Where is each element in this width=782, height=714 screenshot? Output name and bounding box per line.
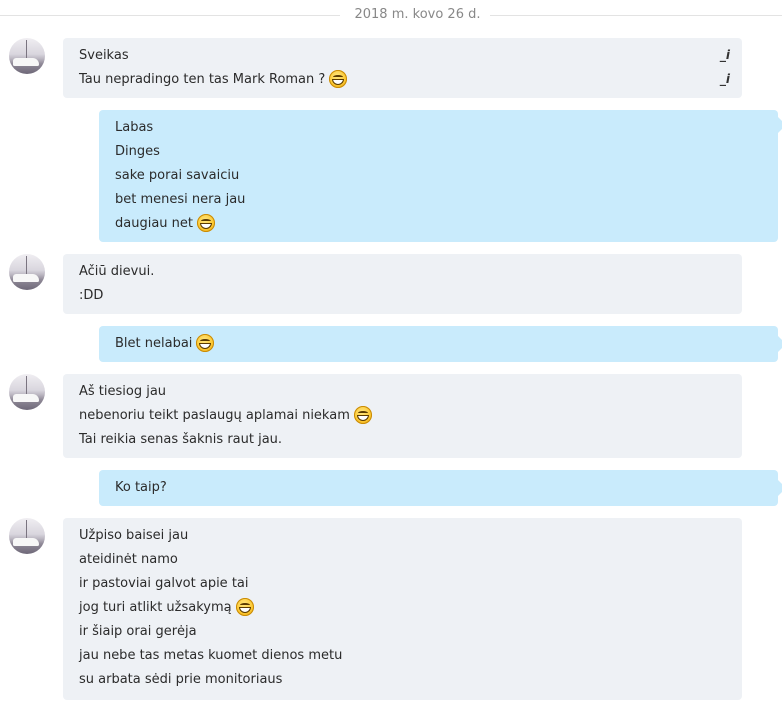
message-text: nebenoriu teikt paslaugų aplamai niekam [79,408,350,423]
date-separator: 2018 m. kovo 26 d. [0,0,782,30]
message-text: Sveikas [79,48,129,63]
message-bubble-incoming[interactable]: Aš tiesiog jau nebenoriu teikt paslaugų … [63,374,742,458]
message-line: Tau nepradingo ten tas Mark Roman ? [79,68,348,92]
message-text: :DD [79,288,104,303]
message-text: Tau nepradingo ten tas Mark Roman ? [79,72,326,87]
laugh-emoji-icon [353,405,372,424]
message-bubble-incoming[interactable]: Sveikas _i Tau nepradingo ten tas Mark R… [63,38,742,98]
message-line: jog turi atlikt užsakymą [79,596,254,620]
laugh-emoji-icon [197,213,215,232]
message-text: Tai reikia senas šaknis raut jau. [79,432,283,447]
laugh-emoji-icon [235,597,254,616]
message-text: ateidinėt namo [79,552,178,567]
message-text: Ačiū dievui. [79,264,155,279]
message-line: Labas [115,116,153,140]
laugh-emoji-icon [329,69,348,88]
message-text: jog turi atlikt užsakymą [79,600,232,615]
message-bubble-incoming[interactable]: Užpiso baisei jau ateidinėt namo ir past… [63,518,742,700]
contact-avatar[interactable] [9,518,45,554]
message-line: bet menesi nera jau [115,188,245,212]
message-text: Labas [115,120,154,135]
message-line: Ačiū dievui. [79,260,154,284]
message-text: sake porai savaiciu [115,168,240,183]
message-bubble-outgoing[interactable]: Ko taip? [99,470,782,506]
message-bubble-outgoing[interactable]: Labas Dinges sake porai savaiciu bet men… [99,110,782,242]
message-line: :DD [79,284,103,308]
message-line: daugiau net [115,212,215,236]
message-text: jau nebe tas metas kuomet dienos metu [79,648,343,663]
message-line: Blet nelabai [115,332,215,356]
message-bubble-incoming[interactable]: Ačiū dievui. :DD [63,254,742,314]
message-text: bet menesi nera jau [115,192,246,207]
message-line: sake porai savaiciu [115,164,239,188]
message-text: su arbata sėdi prie monitoriaus [79,672,283,687]
contact-avatar[interactable] [9,254,45,290]
message-line: Tai reikia senas šaknis raut jau. [79,428,282,452]
message-text: ir šiaip orai gerėja [79,624,197,639]
message-line: Sveikas [79,44,129,68]
message-line: Ko taip? [115,476,167,500]
message-text: Užpiso baisei jau [79,528,189,543]
edited-icon: _i [719,72,730,86]
message-line: nebenoriu teikt paslaugų aplamai niekam [79,404,372,428]
message-text: Dinges [115,144,160,159]
message-line: Užpiso baisei jau [79,524,188,548]
message-line: ir šiaip orai gerėja [79,620,197,644]
date-separator-line-right [490,15,782,16]
message-line: ir pastoviai galvot apie tai [79,572,249,596]
message-line: jau nebe tas metas kuomet dienos metu [79,644,342,668]
message-text: Aš tiesiog jau [79,384,167,399]
message-line: su arbata sėdi prie monitoriaus [79,668,282,692]
contact-avatar[interactable] [9,38,45,74]
date-separator-line-left [0,15,340,16]
message-line: Aš tiesiog jau [79,380,166,404]
date-separator-label: 2018 m. kovo 26 d. [354,7,481,22]
laugh-emoji-icon [196,333,215,352]
contact-avatar[interactable] [9,374,45,410]
message-text: ir pastoviai galvot apie tai [79,576,249,591]
message-bubble-outgoing[interactable]: Blet nelabai [99,326,782,362]
message-text: Blet nelabai [115,336,193,351]
message-line: ateidinėt namo [79,548,178,572]
message-text: Ko taip? [115,480,167,495]
message-line: Dinges [115,140,160,164]
message-text: daugiau net [115,216,193,231]
edited-icon: _i [719,48,730,62]
